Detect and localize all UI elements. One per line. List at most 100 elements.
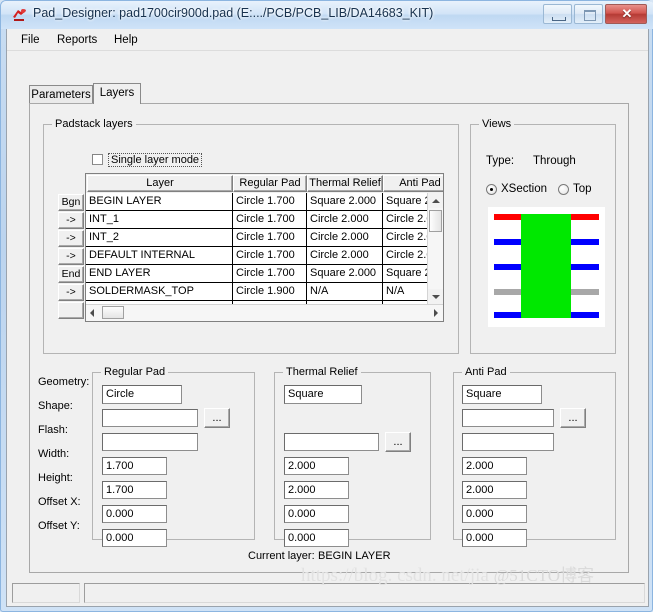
cell-regular[interactable]: Circle 1.700 <box>233 211 307 229</box>
pad-designer-icon <box>11 6 28 23</box>
thermal-shape-browse-button[interactable]: ... <box>385 432 411 452</box>
anti-flash-input[interactable] <box>462 433 554 451</box>
current-layer-value: BEGIN LAYER <box>318 550 391 562</box>
regular-offset-y-input[interactable] <box>102 529 167 547</box>
view-type-value: Through <box>533 155 576 167</box>
anti-geometry-select[interactable]: Square <box>462 385 542 404</box>
radio-dot-xsection[interactable] <box>486 184 497 195</box>
maximize-button[interactable] <box>574 4 603 24</box>
status-pane-left <box>12 583 80 603</box>
row-marker[interactable]: Bgn <box>58 194 84 211</box>
tab-layers[interactable]: Layers <box>93 83 141 104</box>
minimize-button[interactable] <box>543 4 572 24</box>
scroll-thumb-vertical[interactable] <box>429 210 442 232</box>
label-offset-y: Offset Y: <box>38 520 80 532</box>
anti-height-input[interactable] <box>462 481 527 499</box>
cell-regular[interactable]: Circle 1.900 <box>233 283 307 301</box>
thermal-width-input[interactable] <box>284 457 349 475</box>
application-window: Pad_Designer: pad1700cir900d.pad (E:.../… <box>0 0 653 612</box>
status-pane-right <box>84 583 645 603</box>
row-marker[interactable]: -> <box>58 230 84 247</box>
thermal-offset-y-input[interactable] <box>284 529 349 547</box>
column-header-anti-pad[interactable]: Anti Pad <box>383 175 443 192</box>
thermal-offset-x-input[interactable] <box>284 505 349 523</box>
column-header-regular-pad[interactable]: Regular Pad <box>233 175 307 192</box>
regular-geometry-select[interactable]: Circle <box>102 385 182 404</box>
cell-layer[interactable]: SOLDERMASK_TOP <box>86 283 233 301</box>
column-header-layer[interactable]: Layer <box>87 175 233 192</box>
window-title: Pad_Designer: pad1700cir900d.pad (E:.../… <box>33 6 434 20</box>
scroll-thumb-horizontal[interactable] <box>102 306 124 319</box>
anti-offset-x-input[interactable] <box>462 505 527 523</box>
cell-thermal[interactable]: Circle 2.000 <box>307 211 383 229</box>
single-layer-mode-label: Single layer mode <box>108 153 203 167</box>
table-row[interactable]: INT_2 Circle 1.700 Circle 2.000 Circle 2… <box>86 229 443 247</box>
cell-thermal[interactable]: N/A <box>307 283 383 301</box>
grid-vertical-scrollbar[interactable] <box>427 193 443 304</box>
thermal-shape-input[interactable] <box>284 433 379 451</box>
thermal-height-input[interactable] <box>284 481 349 499</box>
menu-help[interactable]: Help <box>108 33 144 47</box>
anti-shape-browse-button[interactable]: ... <box>560 408 586 428</box>
anti-offset-y-input[interactable] <box>462 529 527 547</box>
regular-width-input[interactable] <box>102 457 167 475</box>
cell-thermal[interactable]: Square 2.000 <box>307 193 383 211</box>
radio-dot-top[interactable] <box>558 184 569 195</box>
checkbox-box[interactable] <box>92 154 103 165</box>
regular-shape-input[interactable] <box>102 409 198 427</box>
table-row[interactable]: DEFAULT INTERNAL Circle 1.700 Circle 2.0… <box>86 247 443 265</box>
scroll-down-button[interactable] <box>428 289 443 304</box>
menu-reports[interactable]: Reports <box>51 33 103 47</box>
regular-height-input[interactable] <box>102 481 167 499</box>
cell-layer[interactable]: END LAYER <box>86 265 233 283</box>
row-marker[interactable]: -> <box>58 212 84 229</box>
cell-layer[interactable]: INT_1 <box>86 211 233 229</box>
chevron-up-icon <box>432 199 440 203</box>
cell-thermal[interactable]: Circle 2.000 <box>307 247 383 265</box>
regular-flash-input[interactable] <box>102 433 198 451</box>
padstack-layers-group: Padstack layers Single layer mode Bgn ->… <box>43 118 459 354</box>
cell-regular[interactable]: Circle 1.700 <box>233 193 307 211</box>
anti-shape-input[interactable] <box>462 409 554 427</box>
cell-layer[interactable]: DEFAULT INTERNAL <box>86 247 233 265</box>
chevron-down-icon <box>432 295 440 299</box>
cell-thermal[interactable]: Square 2.000 <box>307 265 383 283</box>
close-button[interactable]: ✕ <box>605 4 647 24</box>
xsection-preview <box>488 207 605 327</box>
cell-layer[interactable]: BEGIN LAYER <box>86 193 233 211</box>
table-row[interactable]: SOLDERMASK_TOP Circle 1.900 N/A N/A <box>86 283 443 301</box>
cell-regular[interactable]: Circle 1.700 <box>233 229 307 247</box>
chevron-left-icon[interactable] <box>90 309 94 317</box>
table-row[interactable]: BEGIN LAYER Circle 1.700 Square 2.000 Sq… <box>86 193 443 211</box>
title-bar: Pad_Designer: pad1700cir900d.pad (E:.../… <box>1 1 653 29</box>
xsection-barrel <box>521 214 571 318</box>
cell-regular[interactable]: Circle 1.700 <box>233 247 307 265</box>
row-marker[interactable]: -> <box>58 248 84 265</box>
chevron-right-icon[interactable] <box>434 309 438 317</box>
row-marker[interactable]: End <box>58 266 84 283</box>
table-row[interactable]: INT_1 Circle 1.700 Circle 2.000 Circle 2… <box>86 211 443 229</box>
current-layer-label: Current layer: <box>248 550 315 562</box>
column-header-thermal-relief[interactable]: Thermal Relief <box>307 175 383 192</box>
grid-horizontal-scrollbar[interactable] <box>86 304 443 321</box>
views-title: Views <box>479 118 515 130</box>
anti-width-input[interactable] <box>462 457 527 475</box>
anti-pad-group: Anti Pad Square ... <box>453 366 616 547</box>
cell-thermal[interactable]: Circle 2.000 <box>307 229 383 247</box>
regular-offset-x-input[interactable] <box>102 505 167 523</box>
row-marker[interactable] <box>58 302 84 319</box>
row-marker[interactable]: -> <box>58 284 84 301</box>
layers-grid[interactable]: Layer Regular Pad Thermal Relief Anti Pa… <box>85 173 444 322</box>
cell-layer[interactable]: INT_2 <box>86 229 233 247</box>
scroll-up-button[interactable] <box>428 193 443 208</box>
regular-shape-browse-button[interactable]: ... <box>204 408 230 428</box>
label-geometry: Geometry: <box>38 376 90 388</box>
table-row[interactable]: END LAYER Circle 1.700 Square 2.000 Squa… <box>86 265 443 283</box>
label-width: Width: <box>38 448 70 460</box>
cell-regular[interactable]: Circle 1.700 <box>233 265 307 283</box>
single-layer-mode-checkbox[interactable]: Single layer mode <box>92 153 212 168</box>
row-marker-column: Bgn -> -> -> End -> <box>58 173 85 320</box>
thermal-geometry-select[interactable]: Square <box>284 385 362 404</box>
tab-parameters[interactable]: Parameters <box>29 85 93 103</box>
menu-file[interactable]: File <box>15 33 46 47</box>
